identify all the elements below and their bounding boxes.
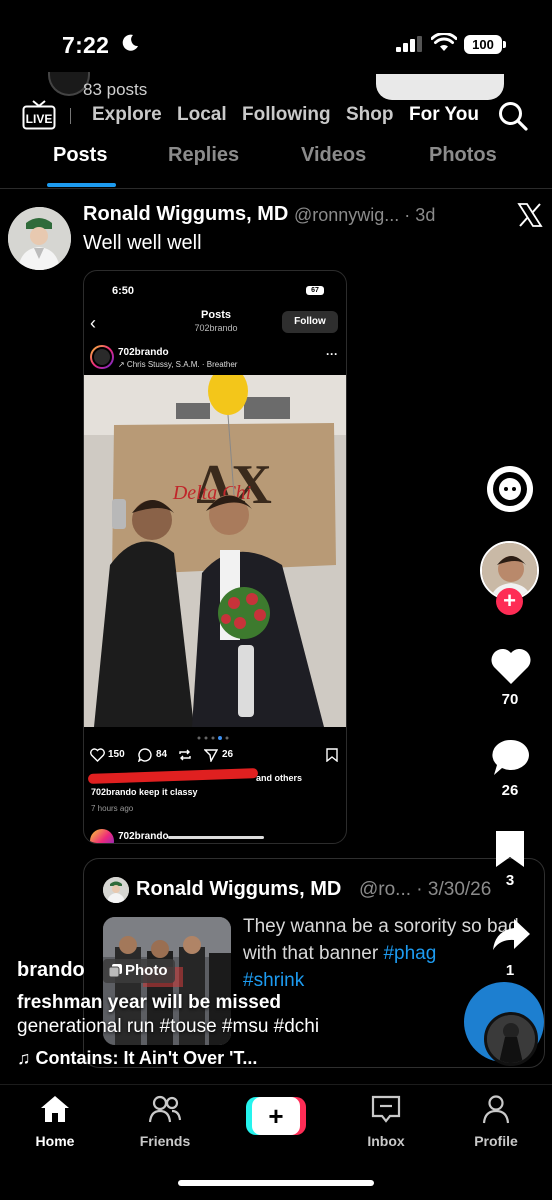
nav-for-you[interactable]: For You xyxy=(409,104,479,126)
ig-more-icon: ··· xyxy=(326,347,338,361)
status-time: 7:22 xyxy=(62,32,110,58)
photo-badge: Photo xyxy=(103,959,175,983)
battery-tip xyxy=(503,41,506,48)
inbox-icon xyxy=(371,1095,401,1123)
posts-count: 83 posts xyxy=(83,80,148,99)
do-not-disturb-icon xyxy=(122,34,138,51)
search-icon[interactable] xyxy=(497,100,529,132)
ig-liked-by: and others xyxy=(256,773,303,783)
tab-posts[interactable]: Posts xyxy=(53,144,107,167)
ig-status-time: 6:50 xyxy=(112,285,135,297)
nav-explore[interactable]: Explore xyxy=(92,104,162,126)
x-logo-icon xyxy=(517,203,543,227)
comments-count: 26 xyxy=(501,782,519,799)
cellular-signal-icon xyxy=(396,36,422,52)
tweet-author-name[interactable]: Ronald Wiggums, MD xyxy=(83,203,288,226)
ig-home-indicator xyxy=(168,836,264,839)
music-title: Contains: It Ain't Over 'T... xyxy=(35,1048,258,1068)
tab-photos[interactable]: Photos xyxy=(429,144,497,167)
tiktok-username[interactable]: brando xyxy=(17,959,85,982)
ig-red-redaction xyxy=(87,768,259,784)
caption-line-2[interactable]: generational run #touse #msu #dchi xyxy=(17,1016,319,1038)
home-indicator xyxy=(178,1180,374,1186)
tab-inbox-label: Inbox xyxy=(367,1133,405,1149)
ig-battery: 67 xyxy=(306,286,324,295)
like-heart-icon[interactable] xyxy=(490,647,532,687)
svg-text:LIVE: LIVE xyxy=(26,112,53,126)
photo-icon xyxy=(108,964,122,978)
tab-inbox[interactable]: Inbox xyxy=(341,1094,431,1149)
bookmark-icon[interactable] xyxy=(494,829,526,869)
ig-shares-count: 26 xyxy=(222,749,234,760)
tab-profile-label: Profile xyxy=(474,1133,518,1149)
search-pill[interactable] xyxy=(376,74,504,100)
tweet-handle-time: @ronnywig... · 3d xyxy=(294,205,436,225)
friends-icon xyxy=(148,1095,182,1123)
ig-next-username: 702brando xyxy=(118,831,169,842)
photo-badge-label: Photo xyxy=(125,962,168,979)
tab-home[interactable]: Home xyxy=(10,1094,100,1149)
embedded-instagram-screenshot[interactable]: 6:50 67 ‹ Posts 702brando Follow 702bran… xyxy=(83,270,347,844)
tweet-text: Well well well xyxy=(83,232,202,254)
quoted-tweet-handle-time: @ro... · 3/30/26 xyxy=(359,879,492,900)
music-note-icon: ♫ xyxy=(17,1048,36,1068)
tab-replies[interactable]: Replies xyxy=(168,144,239,167)
create-plus-icon[interactable]: + xyxy=(252,1097,300,1135)
ig-audio: ↗ Chris Stussy, S.A.M. · Breather xyxy=(118,360,238,369)
ig-comment-icon xyxy=(138,748,152,762)
tab-friends[interactable]: Friends xyxy=(120,1094,210,1149)
likes-count: 70 xyxy=(501,691,519,708)
shares-count: 1 xyxy=(505,962,515,979)
nav-shop[interactable]: Shop xyxy=(346,104,394,126)
quoted-tweet-author: Ronald Wiggums, MD xyxy=(136,878,342,900)
ig-repost-icon xyxy=(179,749,191,761)
live-icon[interactable]: LIVE xyxy=(22,100,56,130)
tab-videos[interactable]: Videos xyxy=(301,144,366,167)
nav-following[interactable]: Following xyxy=(242,104,331,126)
ig-caption: 702brando keep it classy xyxy=(91,787,198,797)
nav-local[interactable]: Local xyxy=(177,104,227,126)
saves-count: 3 xyxy=(505,872,515,889)
ig-save-icon xyxy=(326,748,338,762)
tab-profile[interactable]: Profile xyxy=(451,1094,541,1149)
wifi-icon xyxy=(431,33,457,51)
caption-line-1: freshman year will be missed xyxy=(17,992,282,1013)
ig-username: 702brando xyxy=(118,347,169,358)
music-row[interactable]: ♫ Contains: It Ain't Over 'T... xyxy=(17,1048,257,1069)
ig-time-ago: 7 hours ago xyxy=(91,804,134,813)
ig-post-photo: ΔX Delta Chi xyxy=(84,375,346,727)
hashtag-phag[interactable]: #phag xyxy=(383,943,436,964)
profile-icon xyxy=(482,1095,510,1124)
ig-follow-button: Follow xyxy=(282,311,338,333)
tab-divider xyxy=(0,188,552,189)
home-icon xyxy=(41,1096,69,1122)
tab-indicator xyxy=(47,183,116,187)
tweet-avatar[interactable] xyxy=(8,207,71,270)
ai-chat-icon xyxy=(493,472,527,506)
music-disc-cover xyxy=(484,1012,538,1066)
ig-carousel-dots xyxy=(197,736,229,740)
quoted-tweet-avatar xyxy=(103,877,129,903)
nav-divider xyxy=(70,108,71,124)
ig-share-icon xyxy=(204,749,218,762)
battery-indicator: 100 xyxy=(464,35,502,54)
ig-next-avatar xyxy=(90,829,114,843)
hashtag-shrink[interactable]: #shrink xyxy=(243,970,304,991)
tab-home-label: Home xyxy=(35,1133,75,1149)
follow-plus-button[interactable]: + xyxy=(496,588,523,615)
comment-icon[interactable] xyxy=(490,737,532,779)
quoted-tweet-body: They wanna be a sorority so bad with tha… xyxy=(243,916,519,964)
ig-likes-count: 150 xyxy=(108,749,125,760)
share-arrow-icon[interactable] xyxy=(490,916,532,956)
tab-friends-label: Friends xyxy=(139,1133,191,1149)
ig-comments-count: 84 xyxy=(156,749,168,760)
ig-like-icon xyxy=(90,748,105,762)
ig-avatar xyxy=(92,347,112,367)
